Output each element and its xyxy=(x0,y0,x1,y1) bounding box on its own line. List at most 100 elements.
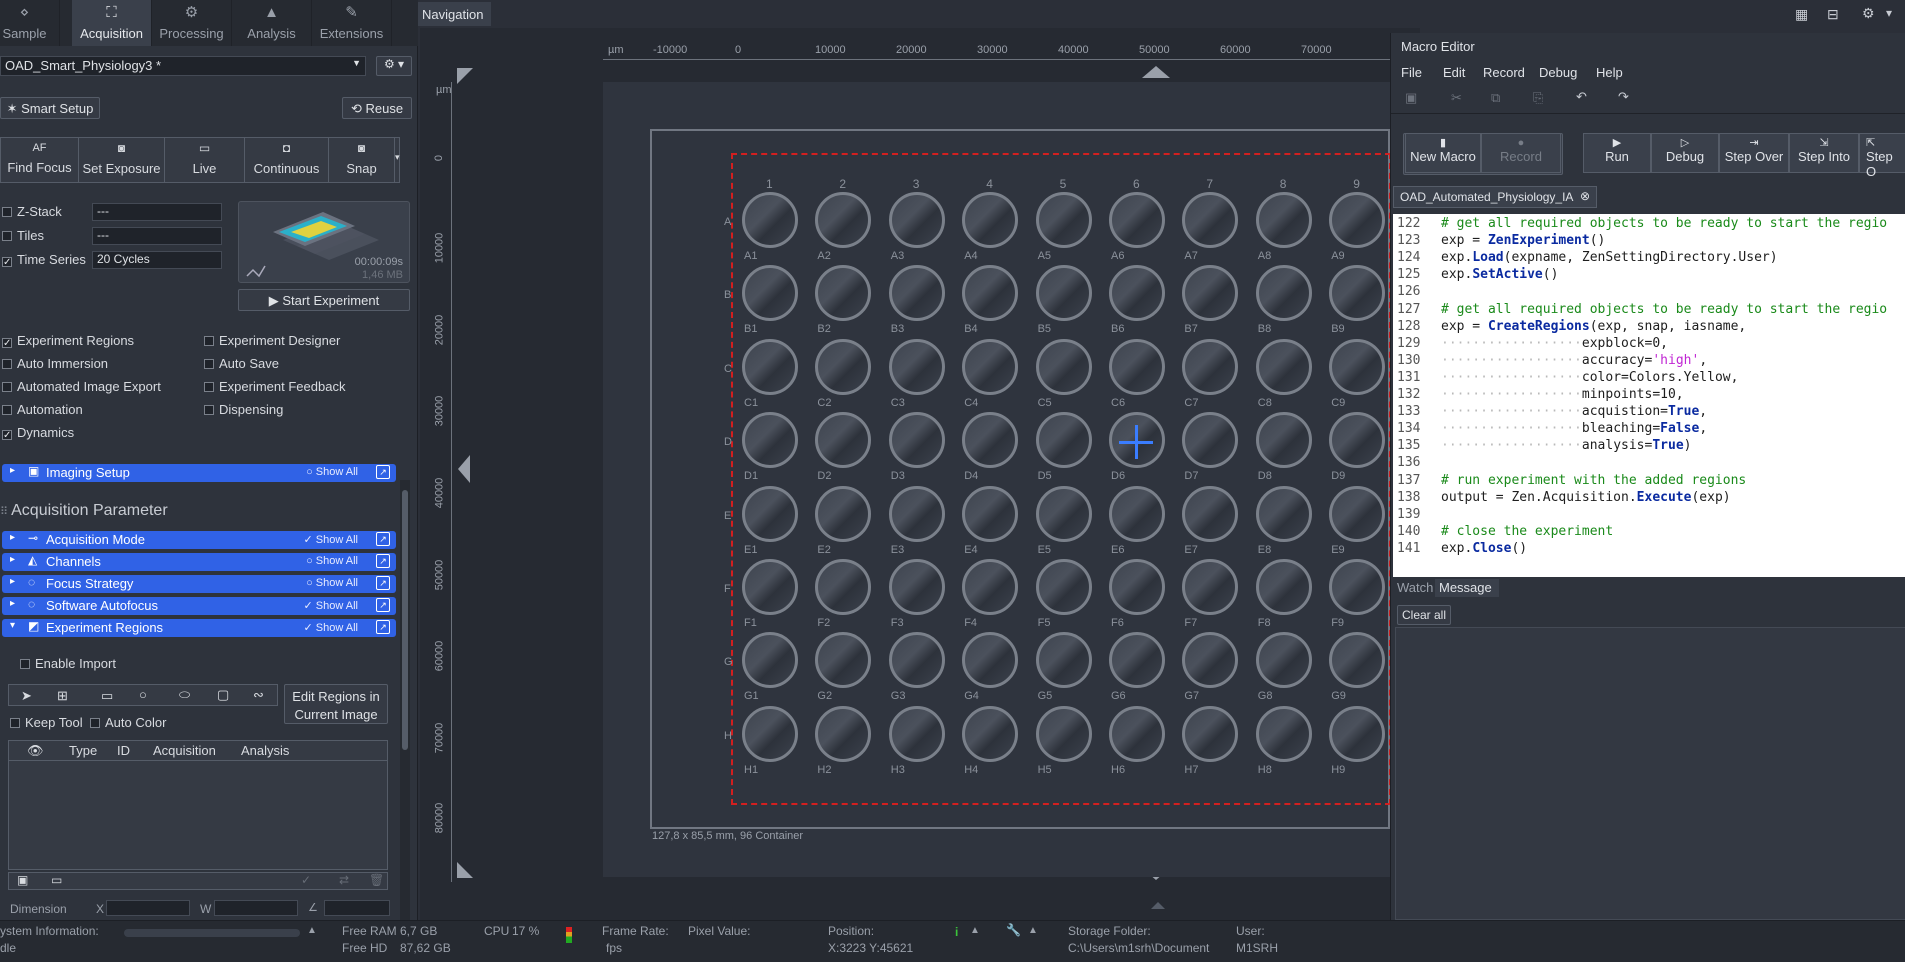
dimension-x-input[interactable] xyxy=(106,900,190,916)
popout-icon[interactable]: ↗ xyxy=(376,554,390,568)
show-all-toggle[interactable]: ✓ Show All xyxy=(304,533,358,546)
settings-gear-icon[interactable]: ⚙ xyxy=(1862,5,1875,22)
tab-processing[interactable]: ⚙ Processing xyxy=(152,0,232,46)
redo-icon[interactable]: ↷ xyxy=(1618,89,1629,105)
well-H8[interactable] xyxy=(1255,705,1312,762)
transfer-icon[interactable]: ⇄ xyxy=(339,873,349,887)
well-E3[interactable] xyxy=(888,485,945,542)
well-F6[interactable] xyxy=(1109,559,1165,615)
chevron-up-icon[interactable]: ▲ xyxy=(970,925,980,936)
popout-icon[interactable]: ↗ xyxy=(376,620,390,634)
rounded-rect-tool-icon[interactable]: ▢ xyxy=(217,687,229,703)
keep-tool-checkbox[interactable]: Keep Tool xyxy=(10,715,83,730)
well-C6[interactable] xyxy=(1109,338,1165,395)
live-button[interactable]: ▭ Live xyxy=(165,138,245,182)
navigation-tab[interactable]: Navigation xyxy=(418,2,491,26)
show-all-toggle[interactable]: ✓ Show All xyxy=(304,621,358,634)
auto-immersion-checkbox[interactable]: Auto Immersion xyxy=(2,356,108,371)
rectangle-tool-icon[interactable]: ▭ xyxy=(101,688,113,704)
popout-icon[interactable]: ↗ xyxy=(376,532,390,546)
record-button[interactable]: ● Record xyxy=(1481,133,1561,173)
multi-select-tool-icon[interactable]: ⊞ xyxy=(57,688,68,704)
well-H5[interactable] xyxy=(1035,705,1092,762)
save-icon[interactable]: ▣ xyxy=(1405,90,1417,106)
well-A3[interactable] xyxy=(888,192,945,248)
well-E6[interactable] xyxy=(1109,485,1165,542)
well-C2[interactable] xyxy=(815,338,872,395)
close-icon[interactable]: ⊗ xyxy=(1580,189,1590,203)
auto-save-checkbox[interactable]: Auto Save xyxy=(204,356,279,371)
zstack-checkbox[interactable]: Z-Stack xyxy=(2,204,62,219)
tab-sample[interactable]: ⋄ Sample xyxy=(0,0,60,46)
run-button[interactable]: ▶ Run xyxy=(1583,133,1651,173)
well-H2[interactable] xyxy=(815,705,872,762)
code-editor[interactable]: 122 # get all required objects to be read… xyxy=(1393,214,1905,577)
well-F7[interactable] xyxy=(1182,559,1239,615)
start-experiment-button[interactable]: ▶ Start Experiment xyxy=(238,289,410,311)
message-output-area[interactable] xyxy=(1395,627,1905,920)
well-G3[interactable] xyxy=(888,632,945,689)
well-B5[interactable] xyxy=(1035,265,1092,322)
well-A8[interactable] xyxy=(1255,192,1312,248)
eye-icon[interactable]: 👁 xyxy=(27,743,44,759)
well-D9[interactable] xyxy=(1329,412,1386,469)
tab-analysis[interactable]: ▲ Analysis xyxy=(232,0,312,46)
well-E8[interactable] xyxy=(1255,485,1312,542)
well-C3[interactable] xyxy=(888,338,945,395)
dimension-w-input[interactable] xyxy=(214,900,298,916)
cut-icon[interactable]: ✂ xyxy=(1451,90,1462,106)
imaging-setup-bar[interactable]: ▸ ▣ Imaging Setup ○ Show All ↗ xyxy=(2,464,396,482)
focus-strategy-bar[interactable]: ▸ ◌ Focus Strategy ○ Show All ↗ xyxy=(2,575,396,593)
menu-edit[interactable]: Edit xyxy=(1443,65,1465,80)
well-H1[interactable] xyxy=(742,705,798,762)
well-B6[interactable] xyxy=(1109,265,1165,322)
left-panel-scrollbar[interactable] xyxy=(400,480,410,920)
delete-icon[interactable]: 🗑 xyxy=(369,873,384,887)
enable-import-checkbox[interactable]: Enable Import xyxy=(20,656,116,671)
smart-setup-button[interactable]: ✶ Smart Setup xyxy=(0,97,100,119)
chevron-up-icon[interactable]: ▲ xyxy=(1028,925,1038,936)
info-icon[interactable]: i xyxy=(955,925,958,939)
well-F3[interactable] xyxy=(888,559,945,615)
well-D1[interactable] xyxy=(742,412,798,469)
experiment-regions-checkbox[interactable]: ✓ Experiment Regions xyxy=(2,333,134,349)
well-G5[interactable] xyxy=(1035,632,1092,689)
well-H6[interactable] xyxy=(1109,705,1165,762)
pointer-tool-icon[interactable]: ➤ xyxy=(21,688,32,704)
experiment-feedback-checkbox[interactable]: Experiment Feedback xyxy=(204,379,345,394)
pan-down-left-arrow-icon[interactable] xyxy=(457,862,473,878)
well-F8[interactable] xyxy=(1255,559,1312,615)
grid-layout-icon[interactable]: ▦ xyxy=(1795,6,1808,23)
well-D5[interactable] xyxy=(1035,412,1092,469)
tiles-checkbox[interactable]: Tiles xyxy=(2,228,44,243)
well-H3[interactable] xyxy=(888,705,945,762)
snap-button[interactable]: ◙ Snap xyxy=(329,138,395,182)
well-B1[interactable] xyxy=(742,265,798,322)
save-icon[interactable]: ▣ xyxy=(17,873,28,887)
well-F4[interactable] xyxy=(962,559,1019,615)
well-A9[interactable] xyxy=(1329,192,1386,248)
well-F9[interactable] xyxy=(1329,559,1386,615)
well-E5[interactable] xyxy=(1035,485,1092,542)
well-D8[interactable] xyxy=(1255,412,1312,469)
pan-up-arrow-icon[interactable] xyxy=(1142,66,1170,78)
well-F5[interactable] xyxy=(1035,559,1092,615)
tab-watch[interactable]: Watch xyxy=(1393,579,1435,597)
circle-tool-icon[interactable]: ○ xyxy=(139,687,147,702)
well-H7[interactable] xyxy=(1182,705,1239,762)
dynamics-checkbox[interactable]: ✓ Dynamics xyxy=(2,425,74,441)
macro-file-tab[interactable]: OAD_Automated_Physiology_IA ⊗ xyxy=(1393,186,1597,208)
well-H9[interactable] xyxy=(1329,705,1386,762)
time-series-checkbox[interactable]: ✓ Time Series xyxy=(2,252,86,268)
well-A6[interactable] xyxy=(1109,192,1165,248)
experiment-options-button[interactable]: ⚙ ▾ xyxy=(376,56,412,76)
set-exposure-button[interactable]: ◙ Set Exposure xyxy=(79,138,165,182)
split-view-icon[interactable]: ⊟ xyxy=(1827,6,1839,23)
well-A1[interactable] xyxy=(742,192,798,248)
well-A2[interactable] xyxy=(815,192,872,248)
show-all-toggle[interactable]: ○ Show All xyxy=(306,466,358,478)
menu-help[interactable]: Help xyxy=(1596,65,1623,80)
auto-color-checkbox[interactable]: Auto Color xyxy=(90,715,166,730)
menu-record[interactable]: Record xyxy=(1483,65,1525,80)
tab-acquisition[interactable]: ⛶ Acquisition xyxy=(72,0,152,46)
